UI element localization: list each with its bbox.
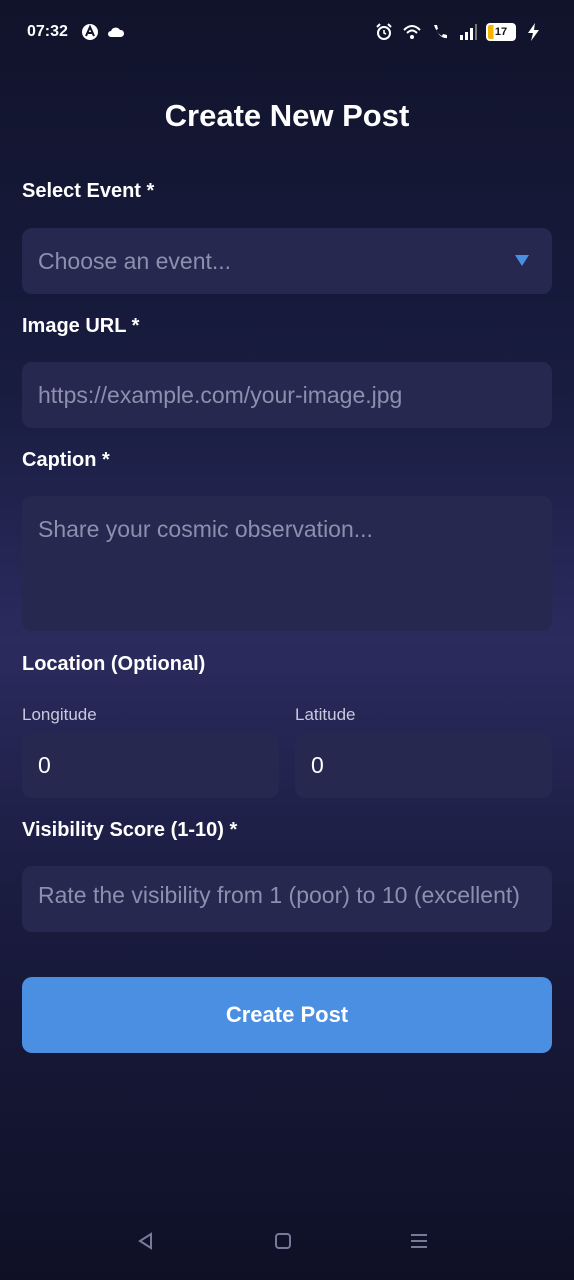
location-label: Location (Optional)	[22, 653, 206, 675]
event-select[interactable]: Choose an event...	[22, 228, 552, 294]
caption-textarea[interactable]: Share your cosmic observation...	[22, 496, 552, 631]
longitude-value: 0	[38, 752, 51, 778]
app-a-icon	[82, 24, 98, 40]
latitude-label: Latitude	[295, 705, 356, 724]
image-url-label: Image URL *	[22, 315, 140, 337]
latitude-value: 0	[311, 752, 324, 778]
visibility-label: Visibility Score (1-10) *	[22, 819, 238, 841]
latitude-input[interactable]: 0	[295, 733, 552, 798]
home-icon[interactable]	[269, 1227, 297, 1255]
back-icon[interactable]	[132, 1227, 160, 1255]
call-icon	[434, 25, 447, 39]
image-url-placeholder: https://example.com/your-image.jpg	[38, 381, 403, 408]
event-label: Select Event *	[22, 180, 155, 202]
longitude-input[interactable]: 0	[22, 733, 279, 798]
alarm-icon	[376, 23, 392, 40]
battery-icon: 17	[486, 23, 516, 41]
wifi-icon	[403, 25, 421, 39]
navigation-bar	[0, 1215, 574, 1280]
create-post-button[interactable]: Create Post	[22, 977, 552, 1053]
charging-icon	[528, 23, 539, 41]
image-url-input[interactable]: https://example.com/your-image.jpg	[22, 362, 552, 428]
recents-icon[interactable]	[405, 1227, 433, 1255]
visibility-input[interactable]: Rate the visibility from 1 (poor) to 10 …	[22, 866, 552, 932]
longitude-label: Longitude	[22, 705, 97, 724]
page-title: Create New Post	[164, 98, 410, 133]
caption-label: Caption *	[22, 449, 110, 471]
visibility-placeholder: Rate the visibility from 1 (poor) to 10 …	[38, 882, 520, 908]
status-left-icons	[80, 22, 126, 42]
status-time: 07:32	[27, 23, 68, 40]
status-right-icons: 17	[374, 22, 544, 42]
caption-placeholder: Share your cosmic observation...	[38, 516, 373, 542]
signal-icon	[460, 24, 477, 40]
cloud-icon	[108, 27, 125, 37]
event-select-placeholder: Choose an event...	[38, 247, 232, 274]
status-bar: 07:32 17	[0, 0, 574, 66]
chevron-down-icon	[515, 255, 529, 266]
